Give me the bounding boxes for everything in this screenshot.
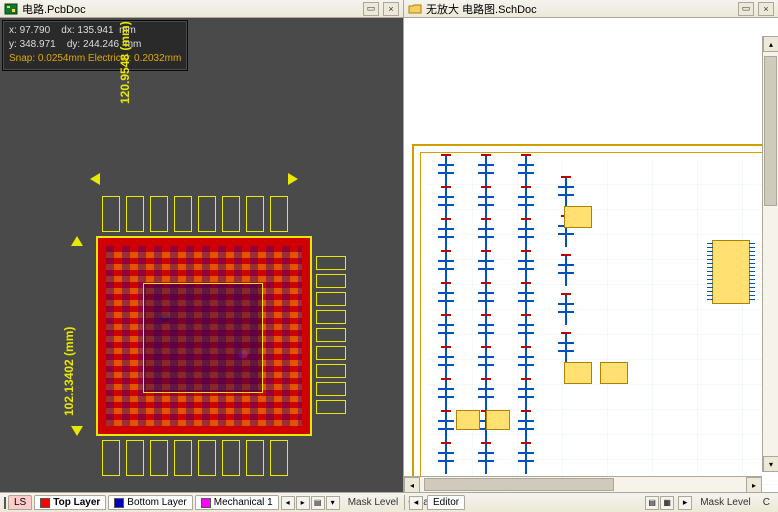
- layer-tab-mechanical[interactable]: Mechanical 1: [195, 495, 279, 510]
- sch-maximize-button[interactable]: ▭: [738, 2, 754, 16]
- editor-tab-label: Editor: [433, 497, 459, 508]
- coord-x-value: 97.790: [20, 25, 51, 36]
- snap-info: Snap: 0.0254mm Electrical: 0.2032mm: [9, 52, 181, 66]
- component-column-3: [518, 164, 534, 462]
- layer-label-top: Top Layer: [53, 497, 100, 508]
- coord-dx-value: 135.941: [77, 25, 113, 36]
- schematic-panel: 无放大 电路图.SchDoc ▭ ×: [404, 0, 778, 492]
- component-column-1: [438, 164, 454, 462]
- sch-tool-icon[interactable]: ▤: [645, 496, 659, 510]
- pcb-layer-bar: LS Top Layer Bottom Layer Mechanical 1 ◂…: [0, 495, 404, 510]
- sch-titlebar: 无放大 电路图.SchDoc ▭ ×: [404, 0, 778, 18]
- pad-row-top: [102, 196, 288, 232]
- scroll-left-button[interactable]: ◂: [404, 477, 420, 492]
- layer-tab-bottom[interactable]: Bottom Layer: [108, 495, 192, 510]
- dimension-arrow-horizontal: [90, 178, 298, 180]
- sch-close-button[interactable]: ×: [758, 2, 774, 16]
- pcb-close-button[interactable]: ×: [383, 2, 399, 16]
- layer-label-mechanical: Mechanical 1: [214, 497, 273, 508]
- swatch-icon: [40, 498, 50, 508]
- schematic-ic-small[interactable]: [564, 206, 592, 228]
- schematic-ic-main[interactable]: [712, 240, 750, 304]
- pcb-board[interactable]: [96, 236, 312, 436]
- scroll-thumb-h[interactable]: [424, 478, 614, 491]
- scroll-right-button[interactable]: ▸: [746, 477, 762, 492]
- pcb-titlebar: 电路.PcbDoc ▭ ×: [0, 0, 403, 18]
- layer-next-icon[interactable]: ▸: [296, 496, 310, 510]
- sch-clear-button[interactable]: C: [759, 497, 774, 508]
- schematic-sheet: [412, 144, 778, 492]
- dimension-arrow-vertical: [76, 236, 78, 436]
- layer-prev-icon[interactable]: ◂: [281, 496, 295, 510]
- coordinate-overlay: x: 97.790 dx: 135.941 mm y: 348.971 dy: …: [2, 20, 188, 71]
- pcb-maximize-button[interactable]: ▭: [363, 2, 379, 16]
- schematic-ic-small[interactable]: [564, 362, 592, 384]
- coord-dy-label: dy:: [67, 39, 80, 50]
- scroll-track-v[interactable]: [763, 52, 778, 456]
- sch-title: 无放大 电路图.SchDoc: [426, 1, 734, 17]
- layer-label-bottom: Bottom Layer: [127, 497, 186, 508]
- schematic-ic-small[interactable]: [486, 410, 510, 430]
- coord-dx-label: dx:: [61, 25, 74, 36]
- dimension-label-vertical: 102.13402 (mm): [62, 327, 76, 416]
- layer-set-tab[interactable]: LS: [8, 495, 32, 510]
- scroll-up-button[interactable]: ▴: [763, 36, 778, 52]
- folder-icon: [408, 3, 422, 15]
- swatch-icon: [114, 498, 124, 508]
- pad-row-bottom: [102, 440, 288, 476]
- schematic-ic-small[interactable]: [456, 410, 480, 430]
- editor-tab[interactable]: Editor: [427, 495, 465, 510]
- coord-dy-value: 244.246: [83, 39, 119, 50]
- sch-status-bar: ◂ Editor ▤ ▦ ▸ Mask Level C: [404, 495, 778, 510]
- dimension-label-horizontal: 120.9548 (mm): [118, 21, 132, 104]
- schematic-canvas[interactable]: ▴ ▾ ◂ ▸: [404, 18, 778, 492]
- vertical-scrollbar[interactable]: ▴ ▾: [762, 36, 778, 472]
- pcb-canvas[interactable]: x: 97.790 dx: 135.941 mm y: 348.971 dy: …: [0, 18, 403, 492]
- mask-level-button[interactable]: Mask Level: [344, 497, 403, 508]
- current-layer-swatch[interactable]: [4, 497, 6, 509]
- pcb-title: 电路.PcbDoc: [22, 1, 359, 17]
- layer-tab-top[interactable]: Top Layer: [34, 495, 106, 510]
- coord-y-value: 348.971: [20, 39, 56, 50]
- sch-tool-icon[interactable]: ▦: [660, 496, 674, 510]
- pcb-panel: 电路.PcbDoc ▭ × x: 97.790 dx: 135.941 mm y…: [0, 0, 404, 492]
- scroll-track-h[interactable]: [420, 477, 746, 492]
- tab-scroll-right-icon[interactable]: ▸: [678, 496, 692, 510]
- workspace: 电路.PcbDoc ▭ × x: 97.790 dx: 135.941 mm y…: [0, 0, 778, 492]
- layer-set-label: LS: [14, 497, 26, 508]
- scroll-thumb-v[interactable]: [764, 56, 777, 206]
- pad-col-right: [316, 256, 346, 414]
- swatch-icon: [201, 498, 211, 508]
- status-bar: LS Top Layer Bottom Layer Mechanical 1 ◂…: [0, 492, 778, 512]
- sch-mask-level-button[interactable]: Mask Level: [696, 497, 755, 508]
- horizontal-scrollbar[interactable]: ◂ ▸: [404, 476, 762, 492]
- layer-config-icon[interactable]: ▤: [311, 496, 325, 510]
- scroll-down-button[interactable]: ▾: [763, 456, 778, 472]
- sch-tool-icons: ▤ ▦: [645, 496, 674, 510]
- layer-dropdown-icon[interactable]: ▾: [326, 496, 340, 510]
- tab-scroll-left-icon[interactable]: ◂: [409, 496, 423, 510]
- layer-nav-icons: ◂ ▸ ▤ ▾: [281, 496, 340, 510]
- coord-y-label: y:: [9, 39, 17, 50]
- pcb-doc-icon: [4, 3, 18, 15]
- coord-x-label: x:: [9, 25, 17, 36]
- schematic-ic-small[interactable]: [600, 362, 628, 384]
